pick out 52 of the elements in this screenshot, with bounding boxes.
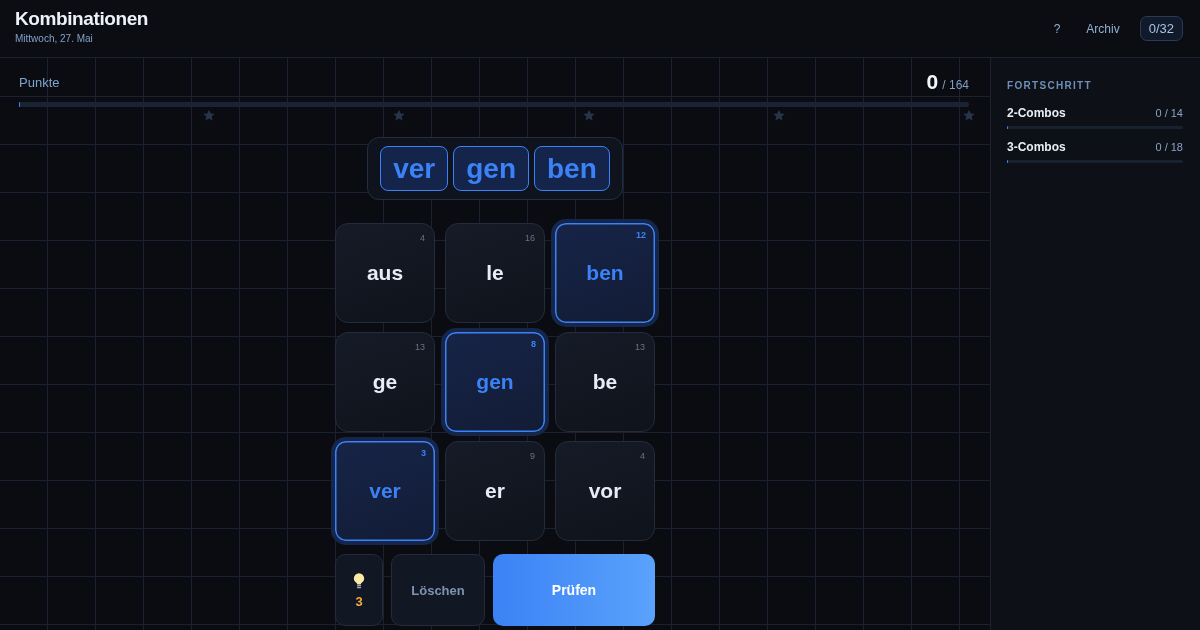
score-label: Punkte <box>19 74 60 90</box>
tile-label: vor <box>588 479 622 503</box>
combo-syllable-chip: ver <box>380 146 449 191</box>
tile-count: 13 <box>635 342 645 352</box>
star-icon <box>772 109 786 122</box>
puzzle-counter-button[interactable]: 0/32 <box>1139 16 1183 41</box>
lightbulb-icon <box>353 571 365 590</box>
archive-link[interactable]: Archiv <box>1078 17 1128 40</box>
date-subtitle: Mittwoch, 27. Mai <box>15 32 94 45</box>
hint-count: 3 <box>355 593 363 609</box>
tile-label: be <box>592 370 618 394</box>
syllable-tile[interactable]: 4 vor <box>555 441 655 541</box>
combo-type-label: 2-Combos <box>1007 106 1066 120</box>
syllable-tile[interactable]: 4 aus <box>335 223 435 323</box>
tile-count: 9 <box>530 451 535 461</box>
tile-count: 4 <box>640 451 645 461</box>
star-icon <box>392 109 406 122</box>
syllable-tile[interactable]: 13 ge <box>335 332 435 432</box>
tile-count: 13 <box>415 342 425 352</box>
tile-label: aus <box>366 261 404 285</box>
sidebar-heading: FORTSCHRITT <box>1007 80 1093 92</box>
tile-label: ben <box>586 261 624 285</box>
tile-label: ver <box>369 479 401 503</box>
star-icon <box>582 109 596 122</box>
syllable-tile[interactable]: 3 ver <box>331 437 439 545</box>
combo-type-count: 0 / 14 <box>1155 107 1183 119</box>
syllable-tile[interactable]: 13 be <box>555 332 655 432</box>
syllable-tile[interactable]: 9 er <box>445 441 545 541</box>
combo-syllable-chip: gen <box>453 146 529 191</box>
page-title: Kombinationen <box>15 8 149 30</box>
hint-button[interactable]: 3 <box>335 554 383 626</box>
tile-count: 8 <box>531 339 536 349</box>
tile-label: er <box>485 479 505 503</box>
star-icon <box>202 109 216 122</box>
combo-type-label: 3-Combos <box>1007 140 1066 154</box>
tile-label: ge <box>372 370 398 394</box>
score-points: 0 <box>926 70 939 94</box>
combo-type-count: 0 / 18 <box>1155 141 1183 153</box>
score-total: / 164 <box>942 78 969 92</box>
tile-count: 4 <box>420 233 425 243</box>
star-icon <box>962 109 976 122</box>
tile-count: 3 <box>421 448 426 458</box>
syllable-tile[interactable]: 8 gen <box>441 328 549 436</box>
tile-count: 12 <box>636 230 646 240</box>
syllable-tile[interactable]: 16 le <box>445 223 545 323</box>
tile-label: gen <box>476 370 514 394</box>
clear-button[interactable]: Löschen <box>391 554 485 626</box>
tile-count: 16 <box>525 233 535 243</box>
tile-label: le <box>486 261 504 285</box>
help-button[interactable]: ? <box>1045 17 1069 40</box>
combo-syllable-chip: ben <box>534 146 610 191</box>
syllable-tile[interactable]: 12 ben <box>551 219 659 327</box>
